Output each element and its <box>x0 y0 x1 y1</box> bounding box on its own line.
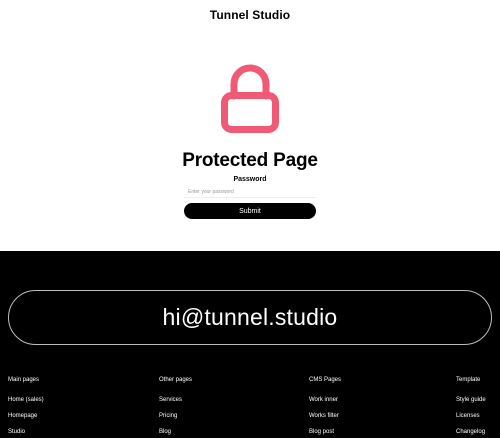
brand-logo[interactable]: Tunnel Studio <box>0 8 500 22</box>
password-label: Password <box>233 176 267 183</box>
lock-icon <box>221 64 279 133</box>
footer-link-licenses[interactable]: Licenses <box>456 413 486 419</box>
footer-link-changelog[interactable]: Changelog <box>456 429 486 435</box>
footer-link-homepage[interactable]: Homepage <box>8 413 44 419</box>
footer-link-home-sales[interactable]: Home (sales) <box>8 397 44 403</box>
email-link[interactable]: hi@tunnel.studio <box>8 290 492 345</box>
footer-column-template: Template Style guide Licenses Changelog <box>456 377 486 438</box>
submit-button[interactable]: Submit <box>184 203 316 219</box>
footer-column-other-pages: Other pages Services Pricing Blog <box>159 377 192 438</box>
footer-link-pricing[interactable]: Pricing <box>159 413 192 419</box>
footer-column-heading: Other pages <box>159 377 193 383</box>
footer-link-work-inner[interactable]: Work inner <box>309 397 341 403</box>
footer-link-works-filter[interactable]: Works filter <box>309 413 341 419</box>
footer-link-studio[interactable]: Studio <box>8 429 44 435</box>
footer: hi@tunnel.studio Main pages Home (sales)… <box>0 251 500 438</box>
footer-link-blog[interactable]: Blog <box>159 429 192 435</box>
footer-column-heading: Template <box>456 377 481 383</box>
password-input[interactable] <box>184 186 316 198</box>
footer-column-main-pages: Main pages Home (sales) Homepage Studio <box>8 377 44 438</box>
protected-page-section: Tunnel Studio Protected Page Password Su… <box>0 0 500 251</box>
footer-link-style-guide[interactable]: Style guide <box>456 397 486 403</box>
footer-column-cms-pages: CMS Pages Work inner Works filter Blog p… <box>309 377 341 438</box>
footer-column-heading: CMS Pages <box>309 377 342 383</box>
footer-link-blog-post[interactable]: Blog post <box>309 429 341 435</box>
footer-column-heading: Main pages <box>8 377 40 383</box>
page-title: Protected Page <box>182 150 318 171</box>
footer-link-services[interactable]: Services <box>159 397 192 403</box>
